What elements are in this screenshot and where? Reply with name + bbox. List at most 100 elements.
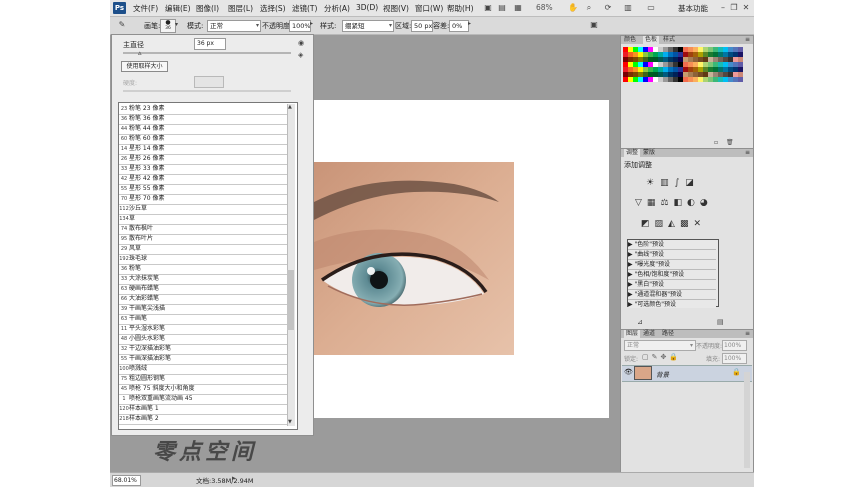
- zoom-tool-icon[interactable]: ⌕: [584, 3, 594, 12]
- lock-icons[interactable]: ▢✎✥🔒: [642, 353, 681, 361]
- diameter-input[interactable]: 36 px: [194, 38, 226, 50]
- hand-tool-icon[interactable]: ✋: [568, 3, 578, 12]
- list-item[interactable]: ▶ "曲线"预设: [628, 250, 716, 260]
- lock-transparent-icon[interactable]: ▢: [642, 353, 652, 361]
- scroll-down-icon[interactable]: ▼: [288, 419, 292, 425]
- tab-adjustments[interactable]: 调整: [624, 149, 641, 157]
- layer-name[interactable]: 背景: [656, 369, 669, 379]
- brush-list-scrollbar[interactable]: [287, 104, 295, 426]
- lock-image-icon[interactable]: ✎: [652, 353, 661, 361]
- panel-options-icon[interactable]: ▤: [717, 318, 724, 326]
- tab-swatches[interactable]: 色板: [643, 36, 660, 44]
- invert-icon[interactable]: ◩: [641, 219, 655, 229]
- menu-help[interactable]: 帮助(H): [447, 3, 474, 14]
- tab-styles[interactable]: 样式: [663, 36, 675, 44]
- brush-picker[interactable]: ● 36: [160, 19, 176, 33]
- color-swatch[interactable]: [738, 77, 743, 82]
- menu-filter[interactable]: 滤镜(T): [292, 3, 317, 14]
- opacity-input[interactable]: 100%: [289, 20, 311, 32]
- list-item[interactable]: ▶ "色阶"预设: [628, 240, 716, 250]
- chevron-down-icon[interactable]: ▾: [175, 20, 181, 30]
- use-sample-size-button[interactable]: 使用取样大小: [121, 61, 168, 72]
- panel-menu-icon[interactable]: ◉: [298, 39, 304, 47]
- hardness-slider[interactable]: [123, 90, 291, 92]
- color-balance-icon[interactable]: ⚖: [660, 198, 673, 208]
- scroll-up-icon[interactable]: ▲: [288, 104, 292, 110]
- minimize-icon[interactable]: –: [718, 3, 728, 12]
- menu-layer[interactable]: 图层(L): [228, 3, 253, 14]
- layers-scrollbar[interactable]: [744, 372, 750, 468]
- hardness-input[interactable]: [194, 76, 224, 88]
- status-zoom[interactable]: 68.01%: [112, 475, 141, 486]
- levels-icon[interactable]: ▥: [660, 178, 675, 188]
- close-icon[interactable]: ✕: [741, 3, 751, 12]
- tolerance-input[interactable]: 0%: [449, 20, 469, 32]
- exposure-icon[interactable]: ◪: [685, 178, 700, 188]
- menu-file[interactable]: 文件(F): [133, 3, 158, 14]
- tab-color[interactable]: 颜色: [624, 36, 636, 44]
- photo-filter-icon[interactable]: ◐: [687, 198, 700, 208]
- adjustment-icons-row-2[interactable]: ▽▦⚖◧◐◕: [635, 198, 713, 208]
- menu-image[interactable]: 图像(I): [196, 3, 219, 14]
- workspace-switcher[interactable]: 基本功能: [678, 3, 708, 14]
- brightness-icon[interactable]: ☀: [646, 178, 660, 188]
- layer-opacity-input[interactable]: 100%: [722, 340, 747, 351]
- clip-to-layer-icon[interactable]: ⊿: [637, 318, 643, 326]
- adjustment-icons-row-1[interactable]: ☀▥∫◪: [646, 178, 700, 188]
- extras-icon[interactable]: ▦: [513, 3, 523, 12]
- menu-analysis[interactable]: 分析(A): [324, 3, 350, 14]
- rotate-view-icon[interactable]: ⟳: [603, 3, 613, 12]
- list-item[interactable]: ▶ "曝光度"预设: [628, 260, 716, 270]
- threshold-icon[interactable]: ◭: [668, 219, 680, 229]
- mode-select[interactable]: 正常 ▾: [207, 20, 261, 32]
- bridge-icon[interactable]: ▣: [483, 3, 493, 12]
- brush-panel-toggle-icon[interactable]: ▣: [589, 20, 599, 29]
- swatch-grid[interactable]: [623, 47, 749, 89]
- lock-icon[interactable]: 🔒: [669, 353, 681, 361]
- list-item[interactable]: ▶ "可选颜色"预设: [628, 300, 716, 308]
- channel-mixer-icon[interactable]: ◕: [700, 198, 713, 208]
- eye-photo[interactable]: [314, 162, 514, 355]
- list-item[interactable]: ▶ "通道混和器"预设: [628, 290, 716, 300]
- screen-mode-icon[interactable]: ▭: [646, 3, 656, 12]
- new-swatch-icon[interactable]: ▫: [714, 139, 718, 146]
- eye-visibility-icon[interactable]: 👁: [624, 368, 633, 376]
- diameter-slider-thumb-icon[interactable]: ▵: [138, 49, 142, 57]
- diameter-slider[interactable]: [123, 52, 291, 54]
- selective-color-icon[interactable]: ✕: [693, 219, 706, 229]
- panel-menu-icon[interactable]: ≡: [745, 36, 750, 44]
- brush-list-scroll-thumb[interactable]: [287, 270, 294, 330]
- list-item[interactable]: ▶ "黑白"预设: [628, 280, 716, 290]
- list-item[interactable]: ▶ "色相/饱和度"预设: [628, 270, 716, 280]
- chevron-right-icon[interactable]: ▸: [232, 474, 236, 482]
- menu-window[interactable]: 窗口(W): [415, 3, 443, 14]
- zoom-level[interactable]: 68%: [536, 3, 553, 12]
- blend-mode-select[interactable]: 正常 ▾: [624, 340, 696, 351]
- adjustment-icons-row-3[interactable]: ◩▨◭▩✕: [641, 219, 706, 229]
- menu-view[interactable]: 视图(V): [383, 3, 409, 14]
- gradient-map-icon[interactable]: ▩: [680, 219, 694, 229]
- black-white-icon[interactable]: ◧: [674, 198, 688, 208]
- tolerance-slider-icon[interactable]: ▸: [468, 20, 471, 27]
- fill-input[interactable]: 100%: [722, 353, 747, 364]
- tab-paths[interactable]: 路径: [662, 330, 674, 338]
- tab-channels[interactable]: 通道: [643, 330, 655, 338]
- list-item[interactable]: 218样本画笔 2: [119, 414, 287, 425]
- menu-select[interactable]: 选择(S): [260, 3, 286, 14]
- menu-edit[interactable]: 编辑(E): [165, 3, 191, 14]
- style-select[interactable]: 绷紧短 ▾: [342, 20, 394, 32]
- restore-icon[interactable]: ❐: [729, 3, 739, 12]
- opacity-slider-icon[interactable]: ▸: [310, 20, 313, 27]
- posterize-icon[interactable]: ▨: [655, 219, 669, 229]
- tab-layers[interactable]: 图层: [624, 330, 641, 338]
- hue-saturation-icon[interactable]: ▦: [647, 198, 661, 208]
- new-preset-icon[interactable]: ◈: [298, 51, 303, 59]
- panel-menu-icon[interactable]: ≡: [745, 330, 750, 338]
- tool-preset-icon[interactable]: ✎: [117, 20, 127, 29]
- trash-icon[interactable]: 🗑: [726, 139, 734, 146]
- tab-masks[interactable]: 蒙版: [643, 149, 655, 157]
- curves-icon[interactable]: ∫: [675, 178, 686, 188]
- arrange-documents-icon[interactable]: ▥: [623, 3, 633, 12]
- minibridge-icon[interactable]: ▤: [497, 3, 507, 12]
- vibrance-icon[interactable]: ▽: [635, 198, 647, 208]
